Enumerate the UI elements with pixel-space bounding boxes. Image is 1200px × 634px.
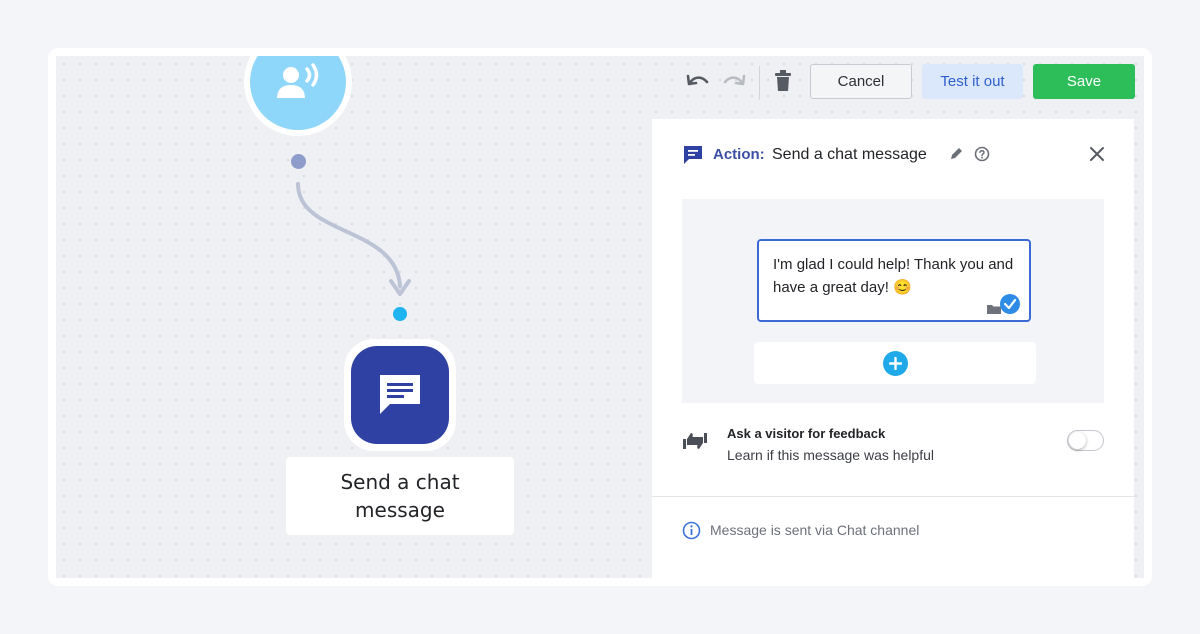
feedback-subtitle: Learn if this message was helpful [727,447,934,463]
redo-icon [723,74,746,86]
chat-message-text: I'm glad I could help! Thank you and hav… [773,256,1014,296]
panel-title: Send a chat message [772,146,927,163]
output-port[interactable] [291,154,306,169]
add-message-button[interactable] [882,350,908,376]
plus-icon [888,356,902,370]
add-message-row [754,342,1036,384]
trash-icon [775,70,791,91]
info-icon [682,521,701,544]
redo-button[interactable] [721,68,747,94]
cancel-button[interactable]: Cancel [810,64,912,99]
chat-action-icon [683,145,703,169]
help-button[interactable] [974,146,990,166]
pencil-icon [951,148,962,159]
channel-info-text: Message is sent via Chat channel [710,522,920,538]
panel-divider [652,496,1134,497]
close-panel-button[interactable] [1088,145,1106,167]
edit-title-button[interactable] [949,146,963,165]
send-chat-message-node[interactable] [344,339,456,451]
thumbs-up-down-icon [681,431,709,455]
input-port[interactable] [393,307,407,321]
delete-button[interactable] [770,68,796,94]
undo-icon [686,74,709,86]
toolbar-divider [759,66,760,100]
message-editor-area: I'm glad I could help! Thank you and hav… [682,199,1104,403]
message-tools [986,293,1021,315]
panel-title-prefix: Action: [713,146,765,163]
action-node-label[interactable]: Send a chat message [286,457,514,535]
undo-button[interactable] [685,68,711,94]
action-settings-panel: Action: Send a chat message I'm glad I c… [652,119,1134,586]
panel-header: Action: Send a chat message [652,119,1134,191]
connector-arrow [296,182,411,296]
toggle-knob [1069,432,1086,449]
grammar-check-icon[interactable] [999,293,1021,315]
close-icon [1090,147,1104,161]
feedback-title: Ask a visitor for feedback [727,426,886,441]
feedback-toggle[interactable] [1067,430,1104,451]
action-node-inner [351,346,449,444]
help-icon [974,146,990,162]
test-it-out-button[interactable]: Test it out [922,64,1023,99]
save-button[interactable]: Save [1033,64,1135,99]
chat-message-input[interactable]: I'm glad I could help! Thank you and hav… [757,239,1031,322]
chat-message-icon [380,375,420,414]
